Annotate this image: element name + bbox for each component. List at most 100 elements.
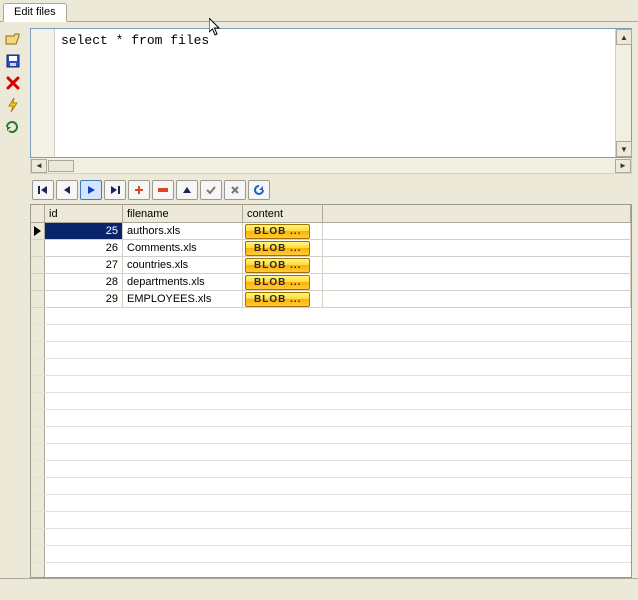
- empty-row: [31, 512, 631, 529]
- row-indicator: [31, 393, 45, 409]
- table-row[interactable]: 25authors.xlsBLOB ...: [31, 223, 631, 240]
- grid-header-id[interactable]: id: [45, 205, 123, 222]
- cell-id[interactable]: 29: [45, 291, 123, 307]
- record-nav-toolbar: [30, 174, 632, 204]
- cell-content: BLOB ...: [243, 291, 323, 307]
- sql-vertical-scrollbar[interactable]: ▲ ▼: [615, 29, 631, 157]
- scroll-thumb[interactable]: [48, 160, 74, 172]
- cell-content: BLOB ...: [243, 257, 323, 273]
- row-indicator: [31, 410, 45, 426]
- cell-id[interactable]: 28: [45, 274, 123, 290]
- content-area: select * from files ▲ ▼ ◄ ►: [26, 22, 638, 578]
- cell-id[interactable]: 26: [45, 240, 123, 256]
- table-row[interactable]: 26Comments.xlsBLOB ...: [31, 240, 631, 257]
- cell-content: BLOB ...: [243, 223, 323, 239]
- blob-button[interactable]: BLOB ...: [245, 241, 310, 256]
- empty-row: [31, 359, 631, 376]
- grid-header-content[interactable]: content: [243, 205, 323, 222]
- row-indicator[interactable]: [31, 240, 45, 256]
- nav-last-button[interactable]: [104, 180, 126, 200]
- data-grid[interactable]: id filename content 25authors.xlsBLOB ..…: [30, 204, 632, 578]
- cell-content: BLOB ...: [243, 274, 323, 290]
- blob-button[interactable]: BLOB ...: [245, 275, 310, 290]
- nav-add-button[interactable]: [128, 180, 150, 200]
- row-indicator: [31, 495, 45, 511]
- main-area: select * from files ▲ ▼ ◄ ►: [0, 22, 638, 578]
- refresh-icon[interactable]: [4, 118, 22, 136]
- grid-header-filename[interactable]: filename: [123, 205, 243, 222]
- nav-remove-button[interactable]: [152, 180, 174, 200]
- open-icon[interactable]: [4, 30, 22, 48]
- cell-id[interactable]: 27: [45, 257, 123, 273]
- scroll-left-icon[interactable]: ◄: [31, 159, 47, 173]
- grid-header-indicator[interactable]: [31, 205, 45, 222]
- row-indicator: [31, 427, 45, 443]
- empty-row: [31, 410, 631, 427]
- nav-play-button[interactable]: [80, 180, 102, 200]
- cell-filename[interactable]: departments.xls: [123, 274, 243, 290]
- table-row[interactable]: 28departments.xlsBLOB ...: [31, 274, 631, 291]
- cell-spacer: [323, 291, 631, 307]
- cell-spacer: [323, 240, 631, 256]
- row-indicator: [31, 325, 45, 341]
- tab-strip: Edit files: [0, 0, 638, 22]
- grid-header-spacer: [323, 205, 631, 222]
- side-toolbar: [0, 22, 26, 578]
- grid-body[interactable]: 25authors.xlsBLOB ...26Comments.xlsBLOB …: [31, 223, 631, 577]
- nav-confirm-button[interactable]: [200, 180, 222, 200]
- empty-row: [31, 308, 631, 325]
- blob-button[interactable]: BLOB ...: [245, 224, 310, 239]
- app-window: Edit files select * from files: [0, 0, 638, 600]
- empty-row: [31, 393, 631, 410]
- empty-row: [31, 563, 631, 577]
- row-indicator: [31, 546, 45, 562]
- row-indicator: [31, 308, 45, 324]
- cell-filename[interactable]: EMPLOYEES.xls: [123, 291, 243, 307]
- sql-text[interactable]: select * from files: [55, 29, 615, 157]
- row-indicator: [31, 444, 45, 460]
- grid-header: id filename content: [31, 205, 631, 223]
- nav-prev-button[interactable]: [56, 180, 78, 200]
- cell-filename[interactable]: countries.xls: [123, 257, 243, 273]
- cell-spacer: [323, 223, 631, 239]
- table-row[interactable]: 27countries.xlsBLOB ...: [31, 257, 631, 274]
- cell-filename[interactable]: authors.xls: [123, 223, 243, 239]
- scroll-down-icon[interactable]: ▼: [616, 141, 632, 157]
- row-indicator: [31, 342, 45, 358]
- sql-gutter: [31, 29, 55, 157]
- scroll-up-icon[interactable]: ▲: [616, 29, 632, 45]
- execute-icon[interactable]: [4, 96, 22, 114]
- scroll-right-icon[interactable]: ►: [615, 159, 631, 173]
- cell-filename[interactable]: Comments.xls: [123, 240, 243, 256]
- nav-first-button[interactable]: [32, 180, 54, 200]
- empty-row: [31, 529, 631, 546]
- nav-up-button[interactable]: [176, 180, 198, 200]
- sql-horizontal-scrollbar[interactable]: ◄ ►: [30, 158, 632, 174]
- row-indicator: [31, 376, 45, 392]
- tab-edit-files[interactable]: Edit files: [3, 3, 67, 22]
- blob-button[interactable]: BLOB ...: [245, 258, 310, 273]
- empty-row: [31, 495, 631, 512]
- row-indicator[interactable]: [31, 257, 45, 273]
- delete-icon[interactable]: [4, 74, 22, 92]
- empty-row: [31, 444, 631, 461]
- cell-spacer: [323, 257, 631, 273]
- save-icon[interactable]: [4, 52, 22, 70]
- row-indicator[interactable]: [31, 291, 45, 307]
- row-indicator: [31, 529, 45, 545]
- nav-cancel-button[interactable]: [224, 180, 246, 200]
- row-indicator: [31, 478, 45, 494]
- cell-content: BLOB ...: [243, 240, 323, 256]
- cell-spacer: [323, 274, 631, 290]
- sql-editor[interactable]: select * from files ▲ ▼: [30, 28, 632, 158]
- blob-button[interactable]: BLOB ...: [245, 292, 310, 307]
- row-indicator: [31, 563, 45, 577]
- row-indicator: [31, 359, 45, 375]
- nav-reload-button[interactable]: [248, 180, 270, 200]
- table-row[interactable]: 29EMPLOYEES.xlsBLOB ...: [31, 291, 631, 308]
- row-indicator[interactable]: [31, 223, 45, 239]
- empty-row: [31, 376, 631, 393]
- row-indicator: [31, 512, 45, 528]
- cell-id[interactable]: 25: [45, 223, 123, 239]
- row-indicator[interactable]: [31, 274, 45, 290]
